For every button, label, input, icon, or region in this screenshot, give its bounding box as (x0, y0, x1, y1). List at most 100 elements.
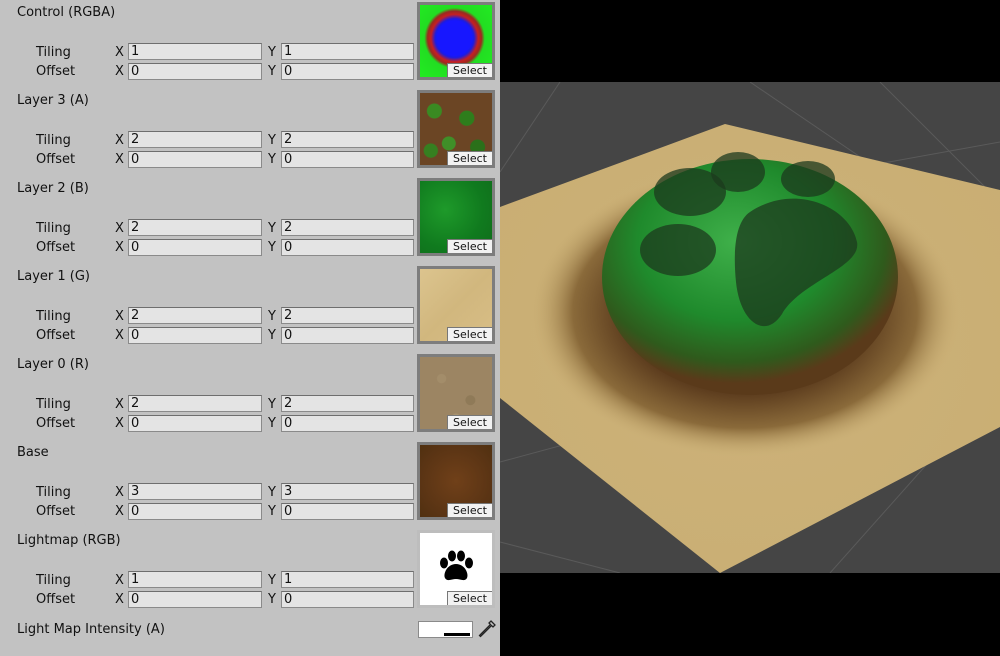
select-button[interactable]: Select (447, 591, 492, 605)
texture-slot-title: Lightmap (RGB) (17, 533, 121, 548)
offset-y-label: Y (268, 240, 276, 255)
offset-x-label: X (115, 416, 124, 431)
tiling-x-label: X (115, 45, 124, 60)
tiling-x-label: X (115, 221, 124, 236)
offset-label: Offset (36, 592, 76, 607)
texture-slot-title: Layer 1 (G) (17, 269, 90, 284)
texture-thumbnail-layer-1[interactable]: Select (417, 266, 495, 344)
offset-x-label: X (115, 152, 124, 167)
offset-x-label: X (115, 240, 124, 255)
offset-label: Offset (36, 64, 76, 79)
tiling-y-field[interactable]: 1 (281, 43, 414, 60)
offset-y-field[interactable]: 0 (281, 415, 414, 432)
texture-slot-layer-0: Layer 0 (R) Tiling X 2 Y 2 Offset X 0 Y … (0, 352, 500, 440)
tiling-y-label: Y (268, 485, 276, 500)
texture-slot-title: Control (RGBA) (17, 5, 116, 20)
offset-label: Offset (36, 328, 76, 343)
offset-x-label: X (115, 504, 124, 519)
tiling-label: Tiling (36, 573, 71, 588)
tiling-y-field[interactable]: 1 (281, 571, 414, 588)
tiling-y-field[interactable]: 2 (281, 395, 414, 412)
offset-y-label: Y (268, 328, 276, 343)
offset-y-label: Y (268, 592, 276, 607)
tiling-x-label: X (115, 133, 124, 148)
texture-slot-layer-3: Layer 3 (A) Tiling X 2 Y 2 Offset X 0 Y … (0, 88, 500, 176)
offset-y-label: Y (268, 504, 276, 519)
texture-slot-layer-1: Layer 1 (G) Tiling X 2 Y 2 Offset X 0 Y … (0, 264, 500, 352)
scene-render (500, 82, 1000, 573)
offset-x-field[interactable]: 0 (128, 503, 262, 520)
offset-x-field[interactable]: 0 (128, 63, 262, 80)
texture-slot-base: Base Tiling X 3 Y 3 Offset X 0 Y 0 Selec… (0, 440, 500, 528)
material-inspector: Control (RGBA) Tiling X 1 Y 1 Offset X 0… (0, 0, 500, 656)
select-button[interactable]: Select (447, 503, 492, 517)
tiling-x-field[interactable]: 2 (128, 131, 262, 148)
offset-y-field[interactable]: 0 (281, 591, 414, 608)
offset-x-field[interactable]: 0 (128, 591, 262, 608)
select-button[interactable]: Select (447, 415, 492, 429)
texture-slot-control: Control (RGBA) Tiling X 1 Y 1 Offset X 0… (0, 0, 500, 88)
light-map-intensity-label: Light Map Intensity (A) (17, 622, 165, 637)
select-button[interactable]: Select (447, 63, 492, 77)
tiling-y-field[interactable]: 3 (281, 483, 414, 500)
tiling-y-field[interactable]: 2 (281, 219, 414, 236)
select-button[interactable]: Select (447, 239, 492, 253)
tiling-y-label: Y (268, 133, 276, 148)
texture-thumbnail-layer-0[interactable]: Select (417, 354, 495, 432)
offset-x-field[interactable]: 0 (128, 151, 262, 168)
tiling-y-field[interactable]: 2 (281, 307, 414, 324)
tiling-x-field[interactable]: 3 (128, 483, 262, 500)
offset-y-field[interactable]: 0 (281, 239, 414, 256)
tiling-x-label: X (115, 573, 124, 588)
tiling-y-label: Y (268, 221, 276, 236)
offset-y-field[interactable]: 0 (281, 151, 414, 168)
texture-thumbnail-control[interactable]: Select (417, 2, 495, 80)
tiling-y-label: Y (268, 397, 276, 412)
offset-x-field[interactable]: 0 (128, 327, 262, 344)
tiling-label: Tiling (36, 221, 71, 236)
tiling-x-field[interactable]: 2 (128, 395, 262, 412)
select-button[interactable]: Select (447, 151, 492, 165)
eyedropper-icon[interactable] (477, 619, 497, 639)
tiling-y-field[interactable]: 2 (281, 131, 414, 148)
tiling-label: Tiling (36, 45, 71, 60)
offset-y-label: Y (268, 64, 276, 79)
offset-x-field[interactable]: 0 (128, 415, 262, 432)
offset-label: Offset (36, 504, 76, 519)
tiling-label: Tiling (36, 309, 71, 324)
texture-thumbnail-base[interactable]: Select (417, 442, 495, 520)
offset-x-label: X (115, 64, 124, 79)
texture-thumbnail-layer-2[interactable]: Select (417, 178, 495, 256)
offset-label: Offset (36, 416, 76, 431)
offset-label: Offset (36, 152, 76, 167)
offset-x-field[interactable]: 0 (128, 239, 262, 256)
tiling-y-label: Y (268, 309, 276, 324)
texture-slot-lightmap: Lightmap (RGB) Tiling X 1 Y 1 Offset X 0… (0, 528, 500, 616)
offset-y-field[interactable]: 0 (281, 327, 414, 344)
offset-y-field[interactable]: 0 (281, 503, 414, 520)
texture-thumbnail-lightmap[interactable]: Select (417, 530, 495, 608)
offset-y-label: Y (268, 152, 276, 167)
tiling-x-field[interactable]: 2 (128, 307, 262, 324)
offset-y-field[interactable]: 0 (281, 63, 414, 80)
tiling-y-label: Y (268, 573, 276, 588)
tiling-x-label: X (115, 397, 124, 412)
tiling-label: Tiling (36, 397, 71, 412)
texture-slot-layer-2: Layer 2 (B) Tiling X 2 Y 2 Offset X 0 Y … (0, 176, 500, 264)
offset-x-label: X (115, 328, 124, 343)
tiling-x-field[interactable]: 1 (128, 43, 262, 60)
texture-thumbnail-layer-3[interactable]: Select (417, 90, 495, 168)
texture-slot-title: Layer 2 (B) (17, 181, 89, 196)
select-button[interactable]: Select (447, 327, 492, 341)
tiling-x-field[interactable]: 1 (128, 571, 262, 588)
tiling-x-label: X (115, 309, 124, 324)
tiling-x-label: X (115, 485, 124, 500)
texture-slot-title: Layer 3 (A) (17, 93, 89, 108)
tiling-x-field[interactable]: 2 (128, 219, 262, 236)
light-map-intensity-color-field[interactable] (418, 621, 473, 638)
tiling-label: Tiling (36, 485, 71, 500)
offset-label: Offset (36, 240, 76, 255)
tiling-y-label: Y (268, 45, 276, 60)
alpha-bar (444, 633, 470, 636)
scene-viewport[interactable] (500, 82, 1000, 573)
